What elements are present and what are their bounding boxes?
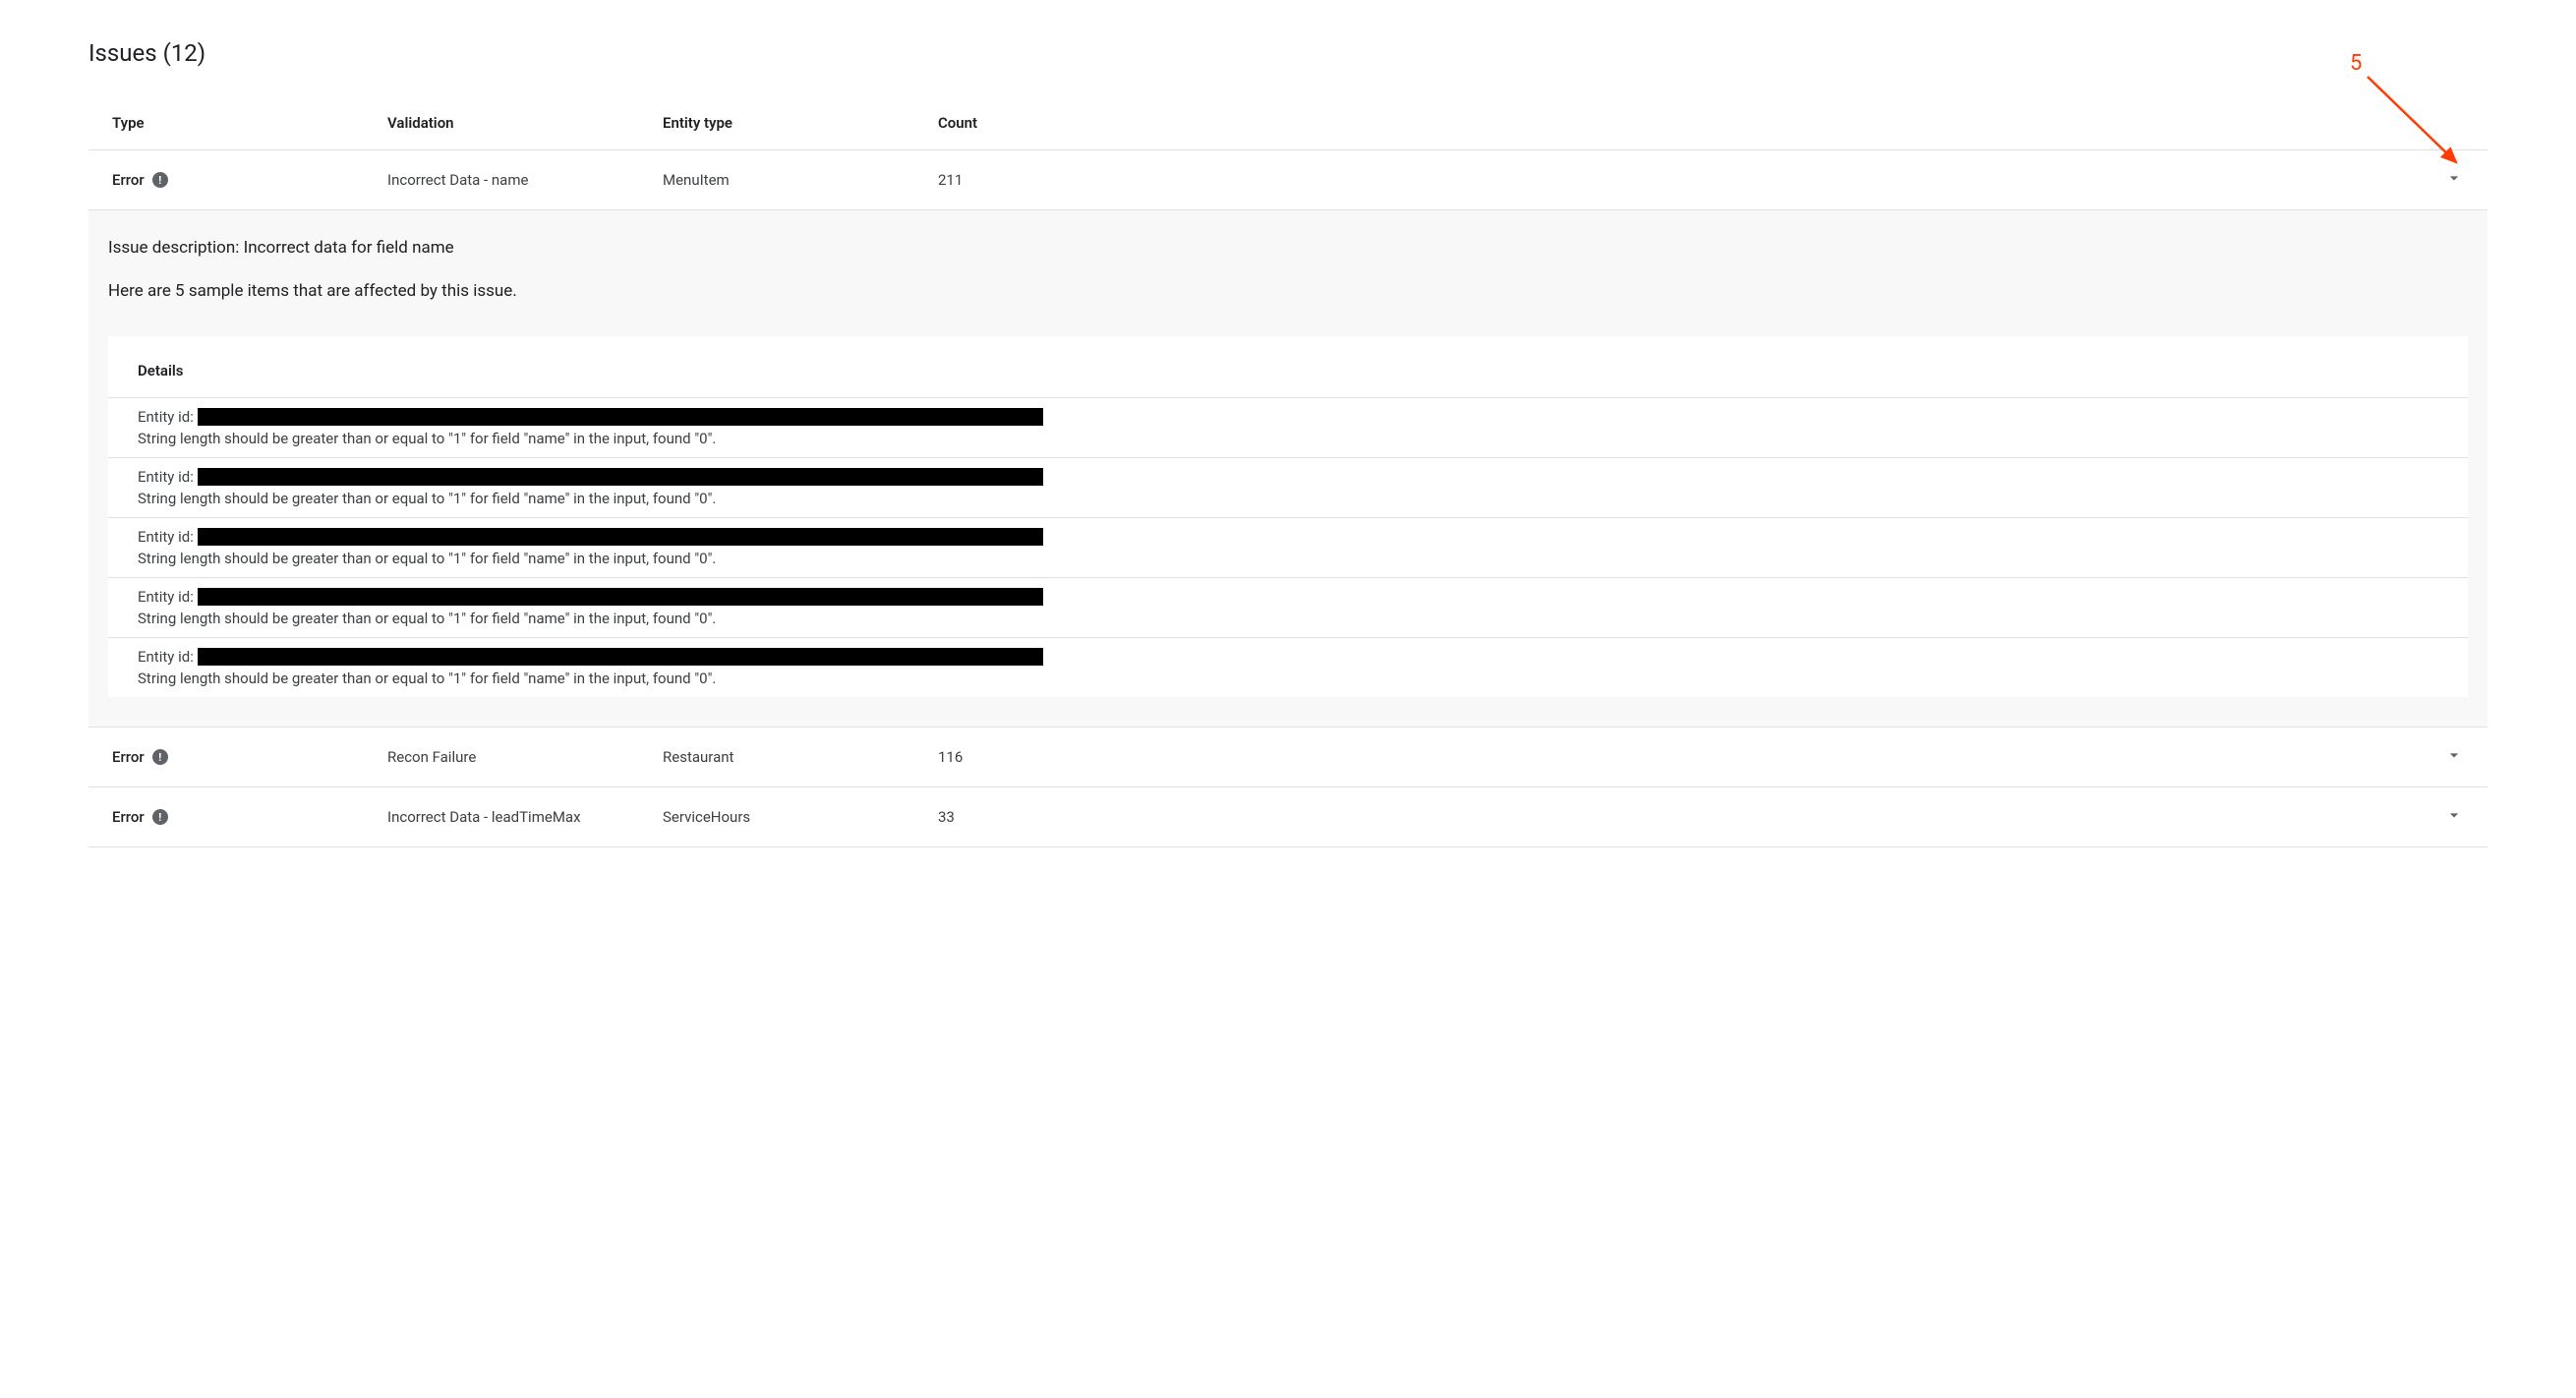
- entity-type-cell: Restaurant: [663, 748, 938, 766]
- count-cell: 116: [938, 748, 2405, 766]
- sample-items-text: Here are 5 sample items that are affecte…: [108, 281, 2468, 301]
- expanded-panel: Issue description: Incorrect data for fi…: [88, 210, 2488, 728]
- details-card: Details Entity id: String length should …: [108, 336, 2468, 697]
- redacted-entity-id: [198, 468, 1043, 486]
- validation-cell: Incorrect Data - leadTimeMax: [387, 808, 663, 826]
- chevron-down-icon[interactable]: [2444, 751, 2464, 769]
- redacted-entity-id: [198, 588, 1043, 606]
- type-cell: Error !: [112, 808, 387, 826]
- validation-cell: Incorrect Data - name: [387, 171, 663, 189]
- issues-table: Type Validation Entity type Count Error …: [88, 96, 2488, 847]
- table-header-row: Type Validation Entity type Count: [88, 96, 2488, 150]
- column-header-count: Count: [938, 114, 2405, 132]
- type-label: Error: [112, 748, 145, 766]
- issue-description: Issue description: Incorrect data for fi…: [108, 238, 2468, 258]
- detail-message: String length should be greater than or …: [138, 490, 2438, 507]
- table-row[interactable]: Error ! Incorrect Data - name MenuItem 2…: [88, 150, 2488, 210]
- detail-item: Entity id: String length should be great…: [108, 517, 2468, 577]
- chevron-down-icon[interactable]: [2444, 174, 2464, 192]
- type-label: Error: [112, 808, 145, 826]
- details-heading: Details: [108, 362, 2468, 397]
- detail-item: Entity id: String length should be great…: [108, 637, 2468, 697]
- detail-message: String length should be greater than or …: [138, 430, 2438, 447]
- column-header-type: Type: [112, 114, 387, 132]
- table-row[interactable]: Error ! Incorrect Data - leadTimeMax Ser…: [88, 787, 2488, 847]
- detail-item: Entity id: String length should be great…: [108, 457, 2468, 517]
- entity-id-label: Entity id:: [138, 408, 194, 426]
- type-cell: Error !: [112, 748, 387, 766]
- validation-cell: Recon Failure: [387, 748, 663, 766]
- entity-id-label: Entity id:: [138, 588, 194, 606]
- column-header-validation: Validation: [387, 114, 663, 132]
- count-cell: 211: [938, 171, 2405, 189]
- column-header-entity-type: Entity type: [663, 114, 938, 132]
- entity-type-cell: ServiceHours: [663, 808, 938, 826]
- entity-id-label: Entity id:: [138, 648, 194, 666]
- error-icon: !: [152, 172, 168, 188]
- detail-item: Entity id: String length should be great…: [108, 577, 2468, 637]
- entity-id-label: Entity id:: [138, 468, 194, 486]
- redacted-entity-id: [198, 408, 1043, 426]
- entity-id-label: Entity id:: [138, 528, 194, 546]
- count-cell: 33: [938, 808, 2405, 826]
- page-title: Issues (12): [88, 39, 2488, 67]
- detail-message: String length should be greater than or …: [138, 610, 2438, 627]
- type-label: Error: [112, 171, 145, 189]
- detail-message: String length should be greater than or …: [138, 670, 2438, 687]
- table-row[interactable]: Error ! Recon Failure Restaurant 116: [88, 728, 2488, 787]
- detail-message: String length should be greater than or …: [138, 550, 2438, 567]
- detail-item: Entity id: String length should be great…: [108, 397, 2468, 457]
- error-icon: !: [152, 749, 168, 765]
- redacted-entity-id: [198, 528, 1043, 546]
- chevron-down-icon[interactable]: [2444, 811, 2464, 829]
- error-icon: !: [152, 809, 168, 825]
- redacted-entity-id: [198, 648, 1043, 666]
- type-cell: Error !: [112, 171, 387, 189]
- entity-type-cell: MenuItem: [663, 171, 938, 189]
